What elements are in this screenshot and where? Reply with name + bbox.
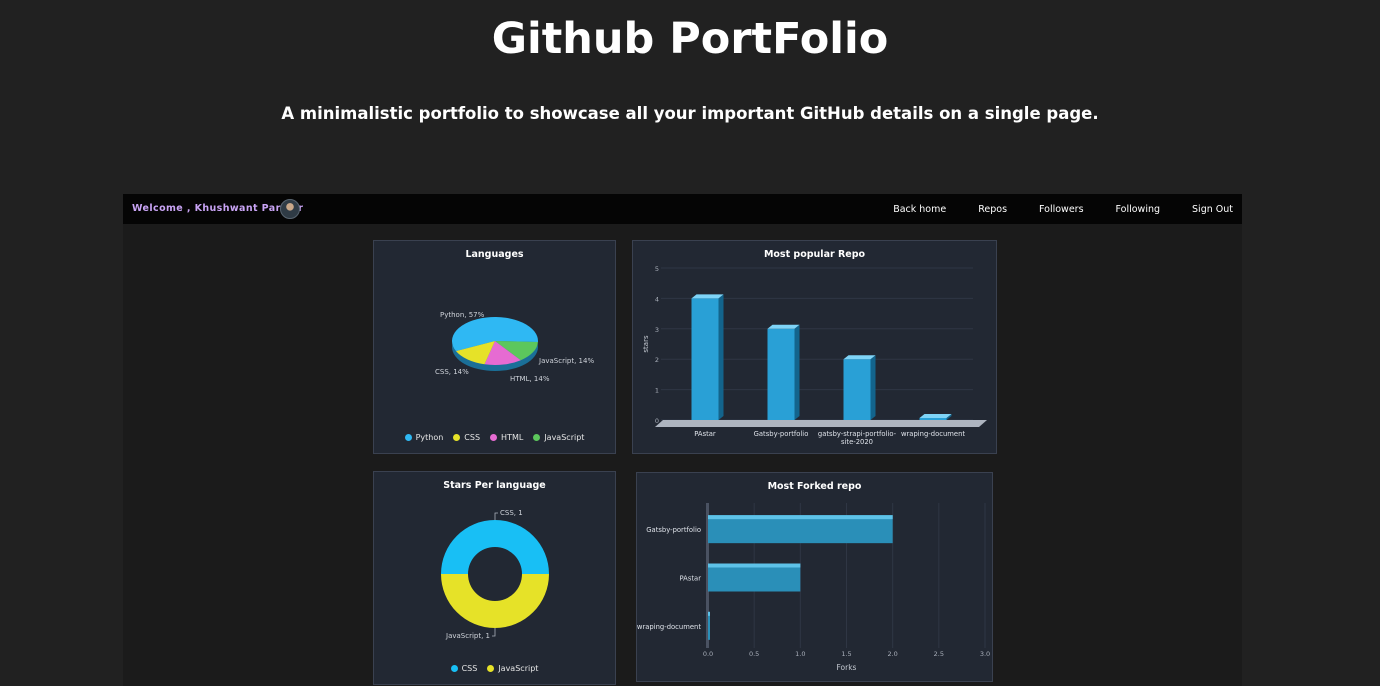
user-avatar-icon[interactable] [280,199,300,219]
bar-wraping-document [919,418,947,420]
legend-label: JavaScript [544,433,585,442]
nav-link-back-home[interactable]: Back home [893,204,946,215]
y-tick-label: 5 [655,265,659,273]
x-tick-label: PAstar [694,430,716,438]
legend-label: Python [415,433,444,442]
forked-repo-bar-chart: 0.0 0.5 1.0 1.5 2.0 2.5 3.0 Forks Gatsby-portfol… [637,503,990,672]
legend-dot-css [450,665,458,672]
legend-item-javascript[interactable]: JavaScript [487,664,538,673]
app-screenshot: Welcome , Khushwant Parihar Back home Re… [123,194,1242,686]
bar-wraping-document [708,611,710,640]
y-tick-label: 4 [655,295,659,303]
legend-item-javascript[interactable]: JavaScript [533,433,584,442]
legend-dot-python [404,434,412,441]
x-tick-label: 1.0 [795,650,805,658]
legend-item-python[interactable]: Python [404,433,444,442]
legend-dot-javascript [533,434,541,441]
pie-data-label-javascript: JavaScript, 14% [538,357,594,365]
x-tick-label: Gatsby-portfolio [754,430,809,438]
legend-item-css[interactable]: CSS [453,433,480,442]
page-title: Github PortFolio [491,14,889,64]
languages-legend: Python CSS HTML JavaScript [374,433,615,442]
y-tick-label: 2 [655,356,659,364]
bar-side-pastar [718,294,724,420]
bar-highlight-gatsby-portfolio [708,515,893,520]
nav-link-following[interactable]: Following [1116,204,1161,215]
x-tick-label: gatsby-strapi-portfolio- [818,430,897,438]
nav-links: Back home Repos Followers Following Sign… [861,194,1233,224]
legend-label: HTML [501,433,524,442]
welcome-text: Welcome , Khushwant Parihar [132,203,304,214]
doughnut-data-label-css: CSS, 1 [500,509,523,517]
x-tick-label: site-2020 [841,438,873,446]
languages-pie-chart: Python, 57% CSS, 14% HTML, 14% JavaScript, … [435,311,594,383]
x-tick-label: 1.5 [841,650,851,658]
x-tick-label: 3.0 [980,650,990,658]
nav-link-sign-out[interactable]: Sign Out [1192,204,1233,215]
legend-label: JavaScript [498,664,539,673]
bar-top-pastar [691,294,724,299]
bar-gatsby-strapi-portfolio-site-2020 [843,359,871,420]
bar-gatsby-portfolio [708,515,893,544]
page-subtitle: A minimalistic portfolio to showcase all… [281,104,1099,123]
doughnut-slice-javascript [441,574,549,628]
y-tick-label: wraping-document [637,623,701,631]
x-tick-label: wraping-document [901,430,965,438]
bar-highlight-pastar [708,563,801,568]
bar-top-gatsby-portfolio [767,324,800,329]
x-tick-label: 2.5 [934,650,944,658]
y-tick-label: 3 [655,326,659,334]
x-tick-label: 0.0 [703,650,713,658]
bar-side-gatsby-strapi-portfolio-site-2020 [870,355,876,420]
bar-gatsby-portfolio [767,328,795,420]
legend-dot-css [453,434,461,441]
top-navbar: Welcome , Khushwant Parihar Back home Re… [123,194,1242,224]
legend-item-css[interactable]: CSS [450,664,478,673]
legend-label: CSS [464,433,481,442]
bar-top-wraping-document [919,414,952,418]
nav-link-repos[interactable]: Repos [978,204,1007,215]
nav-link-followers[interactable]: Followers [1039,204,1084,215]
pie-data-label-python: Python, 57% [440,311,485,319]
popular-repo-chart-panel: Most popular Repo 0 1 2 3 4 5 stars PAstar Gatsb… [632,240,997,454]
pie-data-label-html: HTML, 14% [510,375,550,383]
stars-per-language-legend: CSS JavaScript [374,664,615,673]
legend-label: CSS [461,664,478,673]
label-connector [492,628,496,637]
label-connector [494,512,498,520]
chart-floor [655,420,987,427]
pie-data-label-css: CSS, 14% [435,368,469,376]
y-tick-label: Gatsby-portfolio [646,526,701,534]
bar-top-gatsby-strapi-portfolio-site-2020 [843,355,876,360]
bar-highlight-wraping-document [708,611,710,616]
doughnut-slice-css [441,520,549,574]
legend-dot-javascript [487,665,495,672]
y-tick-label: 1 [655,387,659,395]
bar-side-gatsby-portfolio [794,324,800,420]
doughnut-data-label-javascript: JavaScript, 1 [445,632,490,640]
legend-item-html[interactable]: HTML [490,433,523,442]
popular-repo-bar-chart: 0 1 2 3 4 5 stars PAstar Gatsby-portfolio gatsby-… [642,265,987,446]
x-tick-label: 0.5 [749,650,759,658]
stars-per-language-chart-panel: Stars Per language CSS, 1 JavaScript, 1 C… [373,471,616,685]
bar-pastar [708,563,801,592]
y-tick-label: 0 [655,417,659,425]
y-tick-label: PAstar [680,575,702,583]
languages-chart-panel: Languages Python, 57% CSS, 14% HTML, 14% Ja… [373,240,616,454]
bar-pastar [691,298,719,420]
legend-dot-html [490,434,498,441]
forked-repo-chart-panel: Most Forked repo 0.0 0.5 1.0 1.5 2.0 2.5 3.0 Fo… [636,472,993,682]
stars-per-language-doughnut-chart: CSS, 1 JavaScript, 1 [441,509,549,640]
y-axis-label: stars [642,335,650,353]
x-tick-label: 2.0 [887,650,897,658]
x-axis-label: Forks [837,663,857,672]
